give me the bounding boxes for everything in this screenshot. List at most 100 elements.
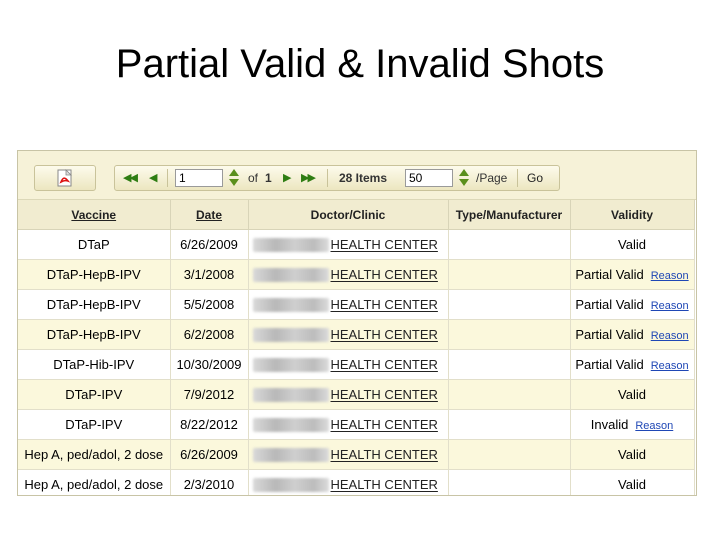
redacted-name <box>252 268 329 283</box>
reason-link[interactable]: Reason <box>651 300 689 312</box>
clinic-cell: HEALTH CENTER <box>248 319 449 350</box>
clinic-link[interactable]: HEALTH CENTER <box>331 388 438 403</box>
col-header-type-manufacturer: Type/Manufacturer <box>448 200 571 230</box>
pager: ◀◀ ◀ of 1 ▶ ▶▶ 28 Items /Page Go <box>114 165 560 191</box>
table-row: DTaP-IPV 7/9/2012 HEALTH CENTER Valid <box>18 379 695 410</box>
of-label: of <box>248 171 259 185</box>
table-row: DTaP-Hib-IPV 10/30/2009 HEALTH CENTER Pa… <box>18 349 695 380</box>
page-size-spinner[interactable] <box>459 168 469 188</box>
validity-status: Valid <box>618 387 646 402</box>
page-size-input[interactable] <box>405 169 453 187</box>
table-row: DTaP 6/26/2009 HEALTH CENTER Valid <box>18 229 695 260</box>
clinic-cell: HEALTH CENTER <box>248 349 449 380</box>
col-header-date[interactable]: Date <box>170 200 249 230</box>
clinic-cell: HEALTH CENTER <box>248 439 449 470</box>
clinic-link[interactable]: HEALTH CENTER <box>331 268 438 283</box>
vaccine-cell: DTaP <box>18 229 171 260</box>
table-row: DTaP-HepB-IPV 3/1/2008 HEALTH CENTER Par… <box>18 259 695 290</box>
date-cell: 6/26/2009 <box>170 229 249 260</box>
pdf-export-button[interactable] <box>34 165 96 191</box>
table-row: Hep A, ped/adol, 2 dose 2/3/2010 HEALTH … <box>18 469 695 495</box>
per-page-label: /Page <box>476 171 508 185</box>
validity-cell: Valid <box>570 379 695 410</box>
validity-status: Partial Valid <box>575 327 644 342</box>
immunization-table: Vaccine Date Doctor/Clinic Type/Manufact… <box>18 200 695 495</box>
vaccine-cell: Hep A, ped/adol, 2 dose <box>18 439 171 470</box>
items-count: 28 Items <box>339 171 388 185</box>
grid-toolbar: ◀◀ ◀ of 1 ▶ ▶▶ 28 Items /Page Go <box>18 151 696 200</box>
vaccine-cell: DTaP-IPV <box>18 409 171 440</box>
validity-status: Valid <box>618 447 646 462</box>
page-number-input[interactable] <box>175 169 223 187</box>
date-cell: 3/1/2008 <box>170 259 249 290</box>
immunization-grid-panel: ◀◀ ◀ of 1 ▶ ▶▶ 28 Items /Page Go Vaccine… <box>17 150 697 496</box>
toolbar-divider <box>517 169 518 187</box>
validity-cell: Partial Valid Reason <box>570 259 695 290</box>
redacted-name <box>252 328 329 343</box>
redacted-name <box>252 448 329 463</box>
validity-cell: Partial Valid Reason <box>570 349 695 380</box>
clinic-link[interactable]: HEALTH CENTER <box>331 418 438 433</box>
clinic-cell: HEALTH CENTER <box>248 289 449 320</box>
slide-title: Partial Valid & Invalid Shots <box>115 42 605 86</box>
vaccine-cell: DTaP-Hib-IPV <box>18 349 171 380</box>
type-cell <box>448 229 571 260</box>
type-cell <box>448 379 571 410</box>
validity-cell: Partial Valid Reason <box>570 319 695 350</box>
type-cell <box>448 289 571 320</box>
clinic-link[interactable]: HEALTH CENTER <box>331 448 438 463</box>
validity-status: Invalid <box>590 417 629 432</box>
date-cell: 2/3/2010 <box>170 469 249 495</box>
clinic-link[interactable]: HEALTH CENTER <box>331 238 438 253</box>
type-cell <box>448 319 571 350</box>
last-page-button[interactable]: ▶▶ <box>301 170 316 186</box>
validity-status: Partial Valid <box>575 357 644 372</box>
redacted-name <box>252 358 329 373</box>
vaccine-cell: DTaP-HepB-IPV <box>18 259 171 290</box>
go-button[interactable]: Go <box>527 171 543 185</box>
date-cell: 8/22/2012 <box>170 409 249 440</box>
clinic-cell: HEALTH CENTER <box>248 229 449 260</box>
validity-cell: Valid <box>570 469 695 495</box>
pdf-export-icon <box>57 169 72 187</box>
clinic-link[interactable]: HEALTH CENTER <box>331 328 438 343</box>
type-cell <box>448 409 571 440</box>
reason-link[interactable]: Reason <box>651 330 689 342</box>
redacted-name <box>252 418 329 433</box>
col-header-vaccine[interactable]: Vaccine <box>18 200 171 230</box>
vaccine-cell: DTaP-HepB-IPV <box>18 319 171 350</box>
reason-link[interactable]: Reason <box>651 360 689 372</box>
reason-link[interactable]: Reason <box>635 420 673 432</box>
redacted-name <box>252 388 329 403</box>
date-cell: 10/30/2009 <box>170 349 249 380</box>
validity-cell: Valid <box>570 229 695 260</box>
validity-status: Partial Valid <box>575 297 644 312</box>
col-header-validity: Validity <box>570 200 695 230</box>
clinic-link[interactable]: HEALTH CENTER <box>331 298 438 313</box>
next-page-button[interactable]: ▶ <box>283 170 292 186</box>
date-cell: 6/2/2008 <box>170 319 249 350</box>
vaccine-cell: DTaP-HepB-IPV <box>18 289 171 320</box>
table-header-row: Vaccine Date Doctor/Clinic Type/Manufact… <box>18 200 695 230</box>
type-cell <box>448 349 571 380</box>
prev-page-button[interactable]: ◀ <box>149 170 158 186</box>
clinic-link[interactable]: HEALTH CENTER <box>331 358 438 373</box>
table-row: DTaP-HepB-IPV 6/2/2008 HEALTH CENTER Par… <box>18 319 695 350</box>
clinic-cell: HEALTH CENTER <box>248 409 449 440</box>
redacted-name <box>252 298 329 313</box>
validity-cell: Valid <box>570 439 695 470</box>
validity-status: Valid <box>618 477 646 492</box>
date-cell: 5/5/2008 <box>170 289 249 320</box>
validity-status: Valid <box>618 237 646 252</box>
first-page-button[interactable]: ◀◀ <box>123 170 138 186</box>
reason-link[interactable]: Reason <box>651 270 689 282</box>
clinic-cell: HEALTH CENTER <box>248 469 449 495</box>
total-pages: 1 <box>265 171 272 185</box>
clinic-link[interactable]: HEALTH CENTER <box>331 478 438 493</box>
redacted-name <box>252 478 329 493</box>
page-number-spinner[interactable] <box>229 168 239 188</box>
col-header-doctor-clinic: Doctor/Clinic <box>248 200 449 230</box>
table-row: DTaP-HepB-IPV 5/5/2008 HEALTH CENTER Par… <box>18 289 695 320</box>
clinic-cell: HEALTH CENTER <box>248 259 449 290</box>
date-cell: 6/26/2009 <box>170 439 249 470</box>
